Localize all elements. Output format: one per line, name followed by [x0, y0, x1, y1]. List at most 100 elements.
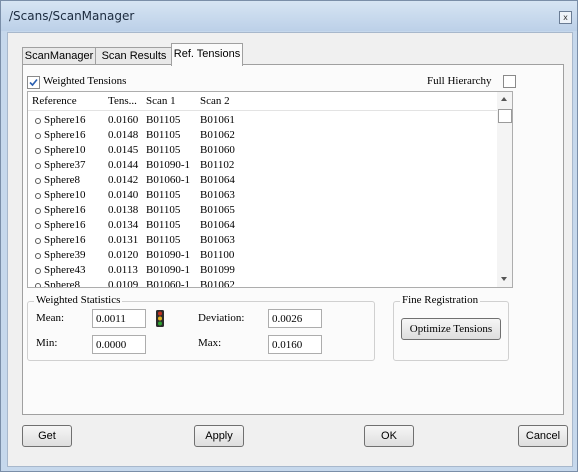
- ok-button[interactable]: OK: [364, 425, 414, 447]
- table-scrollbar[interactable]: [497, 91, 513, 288]
- fine-registration-group: Fine Registration Optimize Tensions: [393, 294, 509, 361]
- weighted-tensions-label: Weighted Tensions: [43, 75, 127, 87]
- cell-scan1: B01105: [146, 114, 181, 126]
- tree-bullet-icon: [35, 238, 41, 244]
- tree-bullet-icon: [35, 283, 41, 287]
- table-row[interactable]: Sphere16 0.0134 B01105 B01064: [28, 218, 498, 233]
- cell-tension: 0.0120: [108, 249, 139, 261]
- cell-scan1: B01105: [146, 144, 181, 156]
- cell-scan1: B01090-1: [146, 159, 190, 171]
- scroll-up-arrow-icon[interactable]: [501, 97, 507, 101]
- close-icon: x: [563, 13, 568, 22]
- cell-reference: Sphere8: [44, 174, 81, 186]
- deviation-field[interactable]: 0.0026: [268, 309, 322, 328]
- cell-reference: Sphere16: [44, 234, 86, 246]
- title-bar[interactable]: /Scans/ScanManager x: [1, 1, 577, 31]
- cell-scan1: B01090-1: [146, 264, 190, 276]
- cell-scan1: B01105: [146, 129, 181, 141]
- cell-scan1: B01105: [146, 204, 181, 216]
- table-row[interactable]: Sphere16 0.0138 B01105 B01065: [28, 203, 498, 218]
- mean-label: Mean:: [36, 312, 65, 324]
- table-row[interactable]: Sphere8 0.0142 B01060-1 B01064: [28, 173, 498, 188]
- cell-reference: Sphere8: [44, 279, 81, 288]
- cell-tension: 0.0138: [108, 204, 139, 216]
- cell-scan2: B01064: [200, 219, 235, 231]
- tree-bullet-icon: [35, 133, 41, 139]
- full-hierarchy-label: Full Hierarchy: [427, 75, 492, 87]
- close-button[interactable]: x: [559, 11, 572, 24]
- check-mark-icon: [29, 78, 38, 87]
- table-row[interactable]: Sphere8 0.0109 B01060-1 B01062: [28, 278, 498, 288]
- tab-scan-results[interactable]: Scan Results: [95, 47, 173, 65]
- cell-scan1: B01105: [146, 189, 181, 201]
- window-title: /Scans/ScanManager: [9, 9, 135, 23]
- mean-field[interactable]: 0.0011: [92, 309, 146, 328]
- apply-button[interactable]: Apply: [194, 425, 244, 447]
- weighted-statistics-group: Weighted Statistics Mean: 0.0011 Deviati…: [27, 294, 375, 361]
- cell-tension: 0.0140: [108, 189, 139, 201]
- cell-scan2: B01063: [200, 234, 235, 246]
- scroll-thumb[interactable]: [498, 109, 512, 123]
- column-header-reference[interactable]: Reference: [32, 95, 77, 107]
- cell-scan1: B01060-1: [146, 279, 190, 288]
- table-row[interactable]: Sphere16 0.0160 B01105 B01061: [28, 113, 498, 128]
- cell-scan2: B01102: [200, 159, 235, 171]
- table-row[interactable]: Sphere39 0.0120 B01090-1 B01100: [28, 248, 498, 263]
- column-header-tension[interactable]: Tens...: [108, 95, 137, 107]
- table-row[interactable]: Sphere10 0.0145 B01105 B01060: [28, 143, 498, 158]
- tab-scanmanager[interactable]: ScanManager: [22, 47, 96, 65]
- cell-tension: 0.0148: [108, 129, 139, 141]
- cell-reference: Sphere16: [44, 219, 86, 231]
- tree-bullet-icon: [35, 148, 41, 154]
- cell-scan2: B01099: [200, 264, 235, 276]
- cancel-button[interactable]: Cancel: [518, 425, 568, 447]
- tab-ref-tensions[interactable]: Ref. Tensions: [171, 43, 243, 66]
- weighted-statistics-legend: Weighted Statistics: [34, 294, 123, 306]
- dialog-client-area: ScanManager Scan Results Ref. Tensions W…: [7, 32, 573, 467]
- min-label: Min:: [36, 337, 58, 349]
- optimize-tensions-button[interactable]: Optimize Tensions: [401, 318, 501, 340]
- cell-scan2: B01063: [200, 189, 235, 201]
- cell-tension: 0.0113: [108, 264, 138, 276]
- table-row[interactable]: Sphere16 0.0148 B01105 B01062: [28, 128, 498, 143]
- tree-bullet-icon: [35, 268, 41, 274]
- cell-scan2: B01062: [200, 279, 235, 288]
- column-header-scan2[interactable]: Scan 2: [200, 95, 230, 107]
- full-hierarchy-checkbox[interactable]: [503, 75, 516, 88]
- cell-scan1: B01060-1: [146, 174, 190, 186]
- scroll-down-arrow-icon[interactable]: [501, 277, 507, 281]
- ref-tensions-panel: Weighted Tensions Full Hierarchy Referen…: [22, 64, 564, 415]
- cell-tension: 0.0160: [108, 114, 139, 126]
- cell-tension: 0.0131: [108, 234, 139, 246]
- tree-bullet-icon: [35, 163, 41, 169]
- cell-scan2: B01061: [200, 114, 235, 126]
- traffic-light-icon: [156, 310, 164, 327]
- cell-reference: Sphere16: [44, 204, 86, 216]
- column-header-scan1[interactable]: Scan 1: [146, 95, 176, 107]
- table-row[interactable]: Sphere43 0.0113 B01090-1 B01099: [28, 263, 498, 278]
- table-row[interactable]: Sphere16 0.0131 B01105 B01063: [28, 233, 498, 248]
- cell-tension: 0.0109: [108, 279, 139, 288]
- tree-bullet-icon: [35, 253, 41, 259]
- scan-manager-window: /Scans/ScanManager x ScanManager Scan Re…: [0, 0, 578, 472]
- tensions-table[interactable]: Reference Tens... Scan 1 Scan 2 Sphere16…: [27, 91, 499, 288]
- cell-scan2: B01065: [200, 204, 235, 216]
- cell-reference: Sphere39: [44, 249, 86, 261]
- cell-scan2: B01060: [200, 144, 235, 156]
- cell-tension: 0.0145: [108, 144, 139, 156]
- tree-bullet-icon: [35, 193, 41, 199]
- cell-reference: Sphere43: [44, 264, 86, 276]
- max-field[interactable]: 0.0160: [268, 335, 322, 354]
- cell-reference: Sphere37: [44, 159, 86, 171]
- min-field[interactable]: 0.0000: [92, 335, 146, 354]
- table-row[interactable]: Sphere10 0.0140 B01105 B01063: [28, 188, 498, 203]
- table-row[interactable]: Sphere37 0.0144 B01090-1 B01102: [28, 158, 498, 173]
- get-button[interactable]: Get: [22, 425, 72, 447]
- cell-reference: Sphere16: [44, 129, 86, 141]
- cell-scan2: B01064: [200, 174, 235, 186]
- tree-bullet-icon: [35, 178, 41, 184]
- max-label: Max:: [198, 337, 222, 349]
- weighted-tensions-checkbox[interactable]: [27, 76, 40, 89]
- tree-bullet-icon: [35, 223, 41, 229]
- cell-tension: 0.0142: [108, 174, 139, 186]
